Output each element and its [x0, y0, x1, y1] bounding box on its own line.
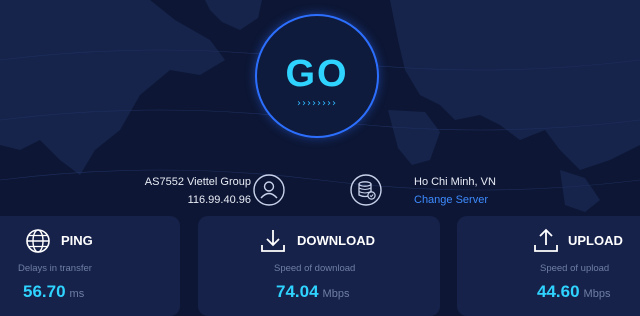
ping-value: 56.70 — [23, 282, 66, 301]
server-location: Ho Chi Minh, VN — [414, 176, 496, 188]
download-value: 74.04 — [276, 282, 319, 301]
upload-unit: Mbps — [583, 288, 611, 300]
download-icon — [261, 230, 285, 252]
upload-icon — [534, 228, 558, 252]
ping-subtitle: Delays in transfer — [18, 263, 92, 274]
ping-title: PING — [61, 233, 93, 248]
download-title: DOWNLOAD — [297, 233, 375, 248]
isp-ip-address: 116.99.40.96 — [187, 194, 251, 206]
upload-card: UPLOAD Speed of upload 44.60 Mbps — [457, 216, 640, 316]
go-label: GO — [285, 53, 349, 95]
upload-value-row: 44.60 Mbps — [537, 282, 640, 302]
user-icon[interactable] — [253, 174, 285, 206]
ping-card: PING Delays in transfer 56.70 ms — [0, 216, 180, 316]
download-value-row: 74.04 Mbps — [276, 282, 456, 302]
go-start-button[interactable]: GO ›››››››› — [255, 14, 379, 138]
download-card: DOWNLOAD Speed of download 74.04 Mbps — [198, 216, 440, 316]
upload-value: 44.60 — [537, 282, 580, 301]
upload-subtitle: Speed of upload — [540, 263, 610, 274]
change-server-link[interactable]: Change Server — [414, 194, 488, 206]
globe-icon — [26, 229, 50, 253]
server-icon[interactable] — [350, 174, 382, 206]
download-subtitle: Speed of download — [274, 263, 356, 274]
ping-value-row: 56.70 ms — [23, 282, 203, 302]
download-unit: Mbps — [322, 288, 350, 300]
isp-name: AS7552 Viettel Group — [144, 176, 251, 188]
upload-title: UPLOAD — [568, 233, 623, 248]
chevrons-right-icon: ›››››››› — [297, 98, 337, 109]
ping-unit: ms — [69, 288, 85, 300]
